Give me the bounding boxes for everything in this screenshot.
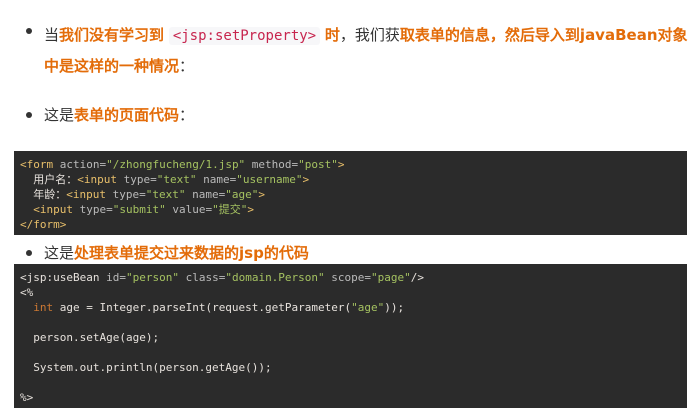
code-tag: <input xyxy=(66,188,106,201)
code-attr: id= xyxy=(99,271,126,284)
bullet-1-strong-1: 我们没有学习到 xyxy=(59,26,165,44)
code-block-jsp: <jsp:useBean id="person" class="domain.P… xyxy=(14,264,687,408)
bullet-dot xyxy=(26,250,32,256)
code-line: 用户名：<input type="text" name="username"> xyxy=(20,172,681,187)
code-tag: > xyxy=(302,173,310,186)
code-attr: class= xyxy=(178,271,226,284)
inline-code-setproperty: <jsp:setProperty> xyxy=(168,27,321,45)
code-attr: method= xyxy=(245,158,299,171)
bullet-2-prefix: 这是 xyxy=(44,106,75,124)
code-string: "person" xyxy=(125,271,179,284)
paragraph-bullet-2: 这是表单的页面代码： xyxy=(26,104,194,125)
code-string: "domain.Person" xyxy=(225,271,325,284)
bullet-3-prefix: 这是 xyxy=(44,244,75,262)
code-tag: > xyxy=(247,203,254,216)
code-tag: <jsp:useBean xyxy=(20,271,100,284)
code-line: <% xyxy=(20,286,34,299)
bullet-dot xyxy=(26,28,32,34)
code-string: "submit" xyxy=(112,203,166,216)
bullet-1-mid: ，我们获 xyxy=(339,26,400,44)
code-tag: <input xyxy=(77,173,117,186)
bullet-2-suffix: ： xyxy=(179,106,195,124)
bullet-1-text: 当我们没有学习到 <jsp:setProperty> 时，我们获取表单的信息，然… xyxy=(44,20,690,81)
code-string: "age" xyxy=(351,301,385,314)
bullet-dot xyxy=(26,112,32,118)
code-tag: > xyxy=(337,158,345,171)
code-line: System.out.println(person.getAge()); xyxy=(20,361,272,374)
bullet-1-suffix: ： xyxy=(179,57,195,75)
bullet-3-text: 这是处理表单提交过来数据的jsp的代码 xyxy=(44,242,309,263)
code-tag: > xyxy=(258,188,265,201)
code-attr: name= xyxy=(185,188,226,201)
code-text: 年龄： xyxy=(20,188,67,201)
code-string: "提交" xyxy=(212,203,248,216)
code-tag: </form> xyxy=(20,218,67,231)
code-line: <input type="submit" value="提交"> xyxy=(20,202,681,217)
code-tag: <form xyxy=(20,158,54,171)
code-block-form: <form action="/zhongfucheng/1.jsp" metho… xyxy=(14,151,687,235)
bullet-1-strong-2: 时 xyxy=(324,26,340,44)
code-text: age = Integer.parseInt(request.getParame… xyxy=(53,301,352,314)
code-tag: <input xyxy=(20,203,73,216)
code-string: "text" xyxy=(156,173,197,186)
code-attr: name= xyxy=(196,173,237,186)
code-attr: type= xyxy=(72,203,113,216)
code-attr: type= xyxy=(106,188,146,201)
code-text: )); xyxy=(384,301,405,314)
code-line: %> xyxy=(20,391,34,404)
code-string: "/zhongfucheng/1.jsp" xyxy=(106,158,246,171)
code-line: <jsp:useBean id="person" class="domain.P… xyxy=(20,270,681,285)
code-text: 用户名： xyxy=(20,173,78,186)
bullet-2-text: 这是表单的页面代码： xyxy=(44,104,194,125)
code-line: int age = Integer.parseInt(request.getPa… xyxy=(20,300,681,315)
code-attr: scope= xyxy=(324,271,372,284)
code-string: "post" xyxy=(298,158,338,171)
code-line: <form action="/zhongfucheng/1.jsp" metho… xyxy=(20,157,681,172)
paragraph-bullet-3: 这是处理表单提交过来数据的jsp的代码 xyxy=(26,242,309,263)
code-line: 年龄：<input type="text" name="age"> xyxy=(20,187,681,202)
code-string: "username" xyxy=(236,173,303,186)
bullet-2-strong: 表单的页面代码 xyxy=(74,106,180,124)
code-line: </form> xyxy=(20,217,681,232)
code-attr: action= xyxy=(53,158,107,171)
bullet-1-prefix: 当 xyxy=(44,26,60,44)
code-line: person.setAge(age); xyxy=(20,331,160,344)
code-string: "page" xyxy=(371,271,411,284)
code-attr: type= xyxy=(117,173,157,186)
code-tag: /> xyxy=(410,271,425,284)
code-keyword: int xyxy=(20,301,54,314)
paragraph-bullet-1: 当我们没有学习到 <jsp:setProperty> 时，我们获取表单的信息，然… xyxy=(26,20,690,81)
code-string: "text" xyxy=(145,188,186,201)
code-string: "age" xyxy=(225,188,259,201)
bullet-3-strong: 处理表单提交过来数据的jsp的代码 xyxy=(74,244,309,262)
code-attr: value= xyxy=(165,203,213,216)
